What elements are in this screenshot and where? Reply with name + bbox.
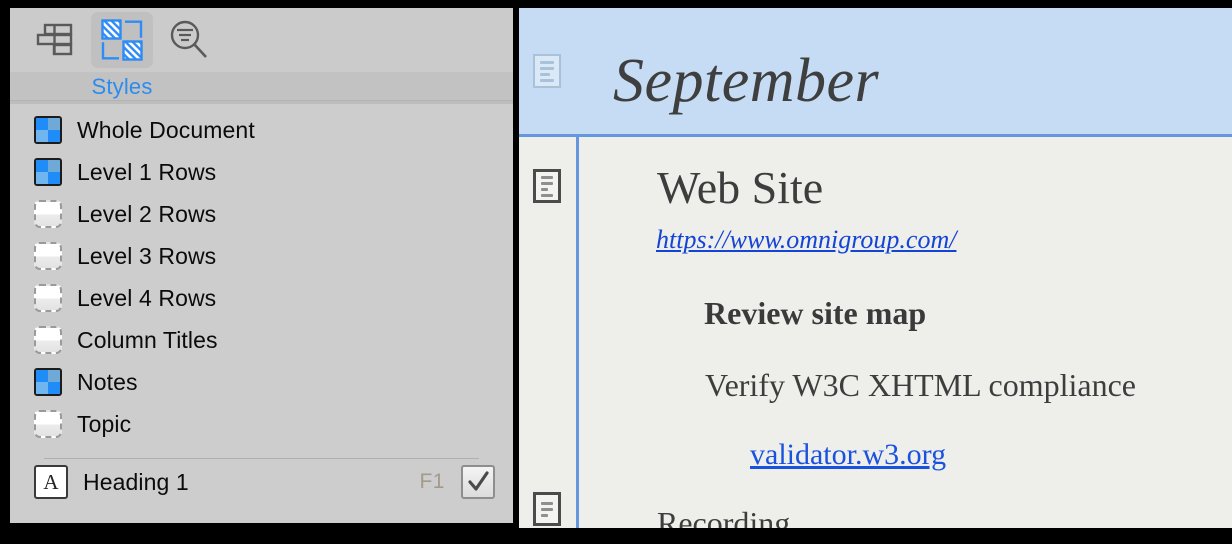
style-list: Whole Document Level 1 Rows Level 2 Rows Le… — [10, 104, 513, 445]
style-swatch-empty-icon — [34, 200, 62, 228]
style-swatch-empty-icon — [34, 326, 62, 354]
style-row-label: Level 2 Rows — [77, 200, 217, 227]
style-row-label: Level 4 Rows — [77, 284, 217, 311]
style-row-level-3-rows[interactable]: Level 3 Rows — [10, 235, 513, 277]
style-swatch-empty-icon — [34, 242, 62, 270]
text-style-a-icon: A — [34, 465, 68, 499]
checkmark-icon — [468, 471, 489, 491]
app-window: Styles Whole Document Level 1 Rows Level 2… — [0, 0, 1232, 544]
styles-checker-icon — [101, 19, 143, 61]
outline-row-url[interactable]: https://www.omnigroup.com/ — [656, 227, 956, 253]
level-guide-line — [576, 137, 579, 528]
style-row-trailing: F1 — [419, 465, 495, 499]
style-swatch-filled-icon — [34, 368, 62, 396]
outline-row-verify-compliance[interactable]: Verify W3C XHTML compliance — [705, 369, 1136, 401]
note-row-handle-icon[interactable] — [533, 169, 561, 203]
style-swatch-empty-icon — [34, 284, 62, 312]
style-row-column-titles[interactable]: Column Titles — [10, 319, 513, 361]
style-row-label: Level 3 Rows — [77, 242, 217, 269]
style-row-heading-1[interactable]: A Heading 1 F1 — [10, 459, 513, 505]
style-row-level-4-rows[interactable]: Level 4 Rows — [10, 277, 513, 319]
row-handle-column — [519, 8, 576, 134]
style-row-whole-document[interactable]: Whole Document — [10, 109, 513, 151]
document-outline-pane: September Web Site https://www.omnigroup… — [519, 8, 1232, 528]
search-view-button[interactable] — [158, 12, 220, 68]
style-row-label: Heading 1 — [83, 468, 189, 495]
outline-body: Web Site https://www.omnigroup.com/ Revi… — [519, 137, 1232, 528]
inspector-toolbar — [10, 8, 513, 72]
styles-inspector-sidebar: Styles Whole Document Level 1 Rows Level 2… — [10, 8, 513, 523]
active-tab-label-bar: Styles — [10, 72, 513, 100]
style-swatch-filled-icon — [34, 116, 62, 144]
styles-view-button[interactable] — [91, 12, 153, 68]
outline-row-title-september[interactable]: September — [613, 50, 879, 112]
outline-row-web-site[interactable]: Web Site — [657, 165, 823, 211]
outline-row-review-site-map[interactable]: Review site map — [704, 297, 926, 329]
outline-row-validator-link[interactable]: validator.w3.org — [750, 440, 946, 470]
outline-row-recording[interactable]: Recording — [657, 507, 790, 528]
styles-tab-label: Styles — [91, 74, 153, 99]
note-row-handle-icon[interactable] — [533, 54, 561, 88]
style-row-label: Column Titles — [77, 326, 218, 353]
search-filter-icon — [170, 20, 207, 58]
outline-view-button[interactable] — [24, 12, 86, 68]
style-row-label: Whole Document — [77, 116, 255, 143]
style-row-level-1-rows[interactable]: Level 1 Rows — [10, 151, 513, 193]
style-enabled-checkbox[interactable] — [461, 465, 495, 499]
style-row-notes[interactable]: Notes — [10, 361, 513, 403]
style-swatch-empty-icon — [34, 410, 62, 438]
style-shortcut-label: F1 — [419, 470, 445, 493]
style-row-label: Level 1 Rows — [77, 158, 217, 185]
outline-icon — [36, 23, 73, 56]
outline-row-selected[interactable]: September — [519, 8, 1232, 137]
style-row-label: Notes — [77, 368, 138, 395]
style-row-label: Topic — [77, 410, 132, 437]
style-row-level-2-rows[interactable]: Level 2 Rows — [10, 193, 513, 235]
style-swatch-filled-icon — [34, 158, 62, 186]
note-row-handle-icon[interactable] — [533, 492, 561, 526]
style-row-topic[interactable]: Topic — [10, 403, 513, 445]
